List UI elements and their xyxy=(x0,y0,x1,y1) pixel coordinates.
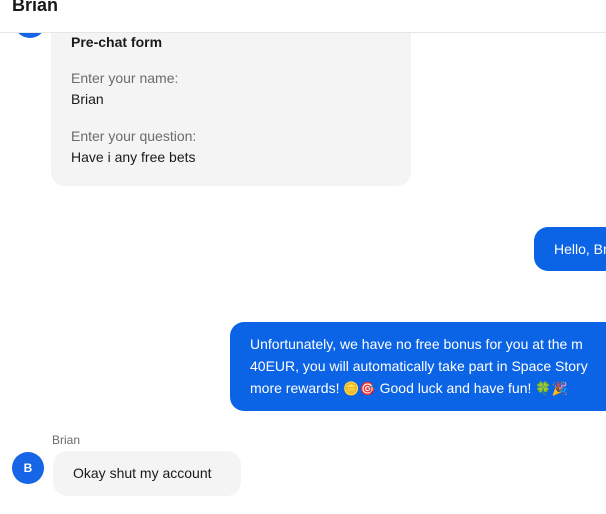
agent-message-text: more rewards! xyxy=(250,380,344,396)
name-label: Enter your name: xyxy=(71,70,179,86)
prechat-form-title: Pre-chat form xyxy=(71,34,163,50)
agent-message-text: Hello, Bri xyxy=(554,241,606,257)
user-message-text: Okay shut my account xyxy=(73,465,212,481)
chat-title: Brian xyxy=(12,0,59,15)
name-value: Brian xyxy=(71,91,104,107)
coin-target-emoji-icon: 🪙🎯 xyxy=(343,381,376,396)
question-value: Have i any free bets xyxy=(71,149,196,165)
prechat-form-card: Pre-chat form Enter your name: Brian Ent… xyxy=(51,14,411,186)
sender-name: Brian xyxy=(52,433,81,447)
agent-message-text: Good luck and have fun! xyxy=(375,380,536,396)
chat-header: Brian xyxy=(0,0,606,33)
question-label: Enter your question: xyxy=(71,128,197,144)
agent-message-bubble: Hello, Bri xyxy=(534,227,606,271)
agent-message-line: more rewards! 🪙🎯 Good luck and have fun!… xyxy=(250,377,568,400)
avatar: B xyxy=(12,452,44,484)
user-message-bubble: Okay shut my account xyxy=(53,451,241,496)
agent-message-line: Unfortunately, we have no free bonus for… xyxy=(250,336,583,352)
clover-party-emoji-icon: 🍀🎉 xyxy=(535,381,568,396)
agent-message-line: 40EUR, you will automatically take part … xyxy=(250,358,588,374)
agent-message-bubble: Unfortunately, we have no free bonus for… xyxy=(230,322,606,411)
